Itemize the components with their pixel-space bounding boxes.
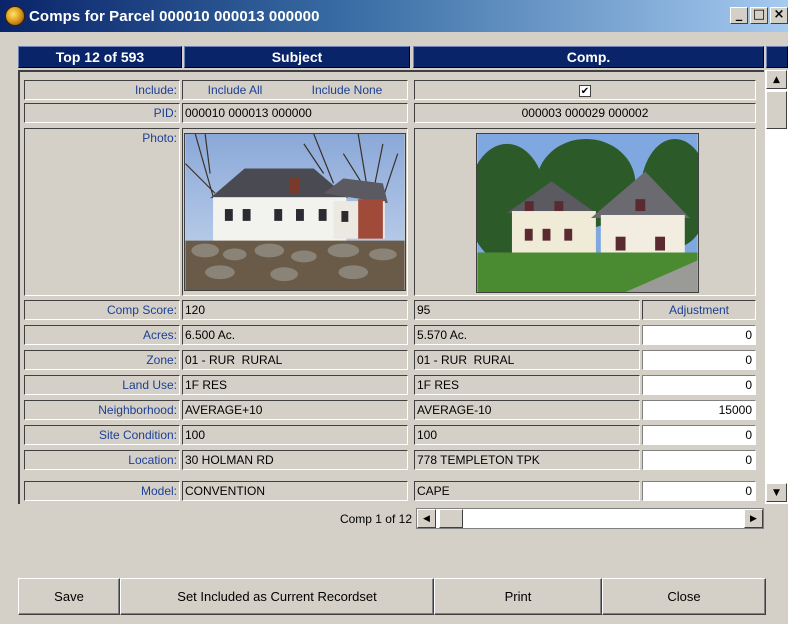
label-site-condition: Site Condition: — [24, 425, 180, 445]
vertical-scroll-thumb[interactable] — [766, 91, 787, 129]
include-all-link[interactable]: Include All — [208, 81, 263, 99]
comp-location: 778 TEMPLETON TPK — [414, 450, 640, 470]
label-land-use: Land Use: — [24, 375, 180, 395]
include-checkbox[interactable]: ✔ — [579, 84, 591, 97]
header-comp: Comp. — [413, 46, 764, 68]
include-checkbox-cell: ✔ — [414, 80, 756, 100]
comp-model: CAPE — [414, 481, 640, 501]
subject-model: CONVENTION — [182, 481, 408, 501]
comp-pid: 000003 000029 000002 — [414, 103, 756, 123]
subject-zone: 01 - RUR RURAL — [182, 350, 408, 370]
comp-position-label: Comp 1 of 12 — [339, 512, 412, 526]
close-window-button[interactable]: × — [770, 7, 788, 24]
subject-site-condition: 100 — [182, 425, 408, 445]
print-button[interactable]: Print — [434, 578, 602, 615]
set-included-recordset-button[interactable]: Set Included as Current Recordset — [120, 578, 434, 615]
scroll-up-icon[interactable]: ▲ — [766, 70, 787, 89]
land-use-adjustment-input[interactable]: 0 — [642, 375, 756, 395]
include-controls: Include All Include None — [182, 80, 408, 100]
comp-site-condition: 100 — [414, 425, 640, 445]
location-adjustment-input[interactable]: 0 — [642, 450, 756, 470]
comp-land-use: 1F RES — [414, 375, 640, 395]
acres-adjustment-input[interactable]: 0 — [642, 325, 756, 345]
label-model: Model: — [24, 481, 180, 501]
close-button[interactable]: Close — [602, 578, 766, 615]
subject-acres: 6.500 Ac. — [182, 325, 408, 345]
label-pid: PID: — [24, 103, 180, 123]
subject-land-use: 1F RES — [182, 375, 408, 395]
horizontal-scroll-thumb[interactable] — [439, 509, 463, 528]
vertical-scrollbar[interactable]: ▲ ▼ — [765, 70, 788, 504]
scroll-left-icon[interactable]: ◀ — [417, 509, 436, 528]
subject-pid: 000010 000013 000000 — [182, 103, 408, 123]
app-icon — [5, 6, 25, 26]
label-photo: Photo: — [24, 128, 180, 296]
header-subject: Subject — [184, 46, 410, 68]
site-condition-adjustment-input[interactable]: 0 — [642, 425, 756, 445]
comp-acres: 5.570 Ac. — [414, 325, 640, 345]
model-adjustment-input[interactable]: 0 — [642, 481, 756, 501]
include-none-link[interactable]: Include None — [312, 81, 383, 99]
label-zone: Zone: — [24, 350, 180, 370]
label-include: Include: — [24, 80, 180, 100]
comp-zone: 01 - RUR RURAL — [414, 350, 640, 370]
subject-photo-cell — [182, 128, 408, 296]
scroll-right-icon[interactable]: ▶ — [744, 509, 763, 528]
minimize-button[interactable]: _ — [730, 7, 748, 24]
header-position: Top 12 of 593 — [18, 46, 182, 68]
horizontal-scrollbar[interactable]: ◀ ▶ — [416, 508, 764, 529]
zone-adjustment-input[interactable]: 0 — [642, 350, 756, 370]
subject-location: 30 HOLMAN RD — [182, 450, 408, 470]
adjustment-header: Adjustment — [642, 300, 756, 320]
comp-comp-score: 95 — [414, 300, 640, 320]
comparison-grid: Include: Include All Include None ✔ PID:… — [18, 70, 764, 504]
label-neighborhood: Neighborhood: — [24, 400, 180, 420]
window-title: Comps for Parcel 000010 000013 000000 — [29, 7, 320, 25]
comp-neighborhood: AVERAGE-10 — [414, 400, 640, 420]
maximize-button[interactable]: □ — [750, 7, 768, 24]
window-titlebar[interactable]: Comps for Parcel 000010 000013 000000 _ … — [0, 0, 788, 32]
subject-comp-score: 120 — [182, 300, 408, 320]
subject-neighborhood: AVERAGE+10 — [182, 400, 408, 420]
label-comp-score: Comp Score: — [24, 300, 180, 320]
neighborhood-adjustment-input[interactable]: 15000 — [642, 400, 756, 420]
comp-house-photo — [476, 133, 699, 293]
scroll-down-icon[interactable]: ▼ — [766, 483, 787, 502]
comp-photo-cell — [414, 128, 756, 296]
label-location: Location: — [24, 450, 180, 470]
header-next-column — [766, 46, 788, 68]
subject-house-photo — [184, 133, 406, 291]
save-button[interactable]: Save — [18, 578, 120, 615]
label-acres: Acres: — [24, 325, 180, 345]
